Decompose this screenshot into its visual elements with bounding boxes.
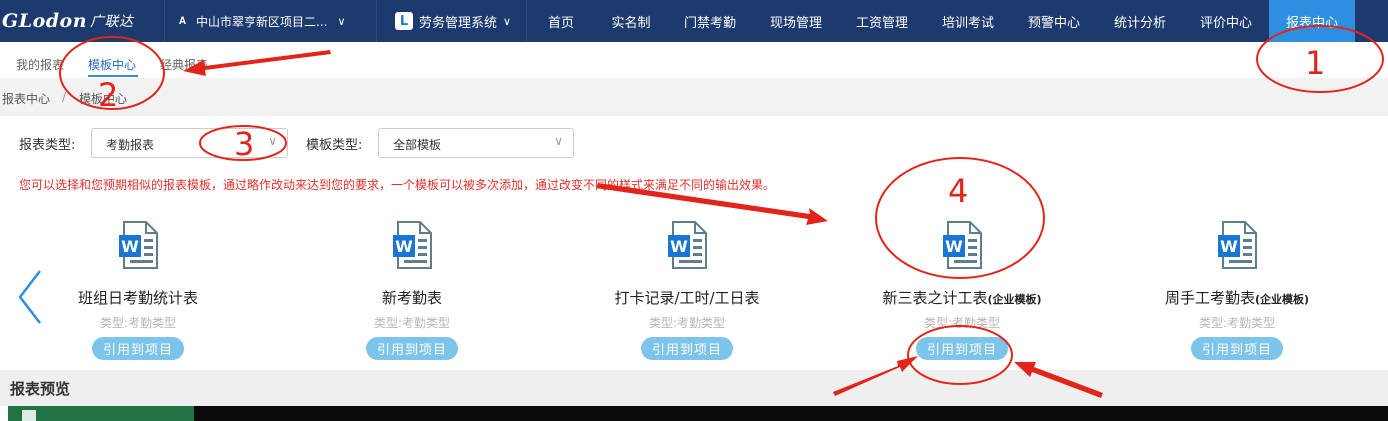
word-document-icon: W bbox=[119, 221, 158, 269]
nav-site-management[interactable]: 现场管理 bbox=[753, 0, 839, 42]
template-tag: (企业模板) bbox=[987, 293, 1042, 306]
apply-to-project-button[interactable]: 引用到项目 bbox=[641, 337, 733, 360]
template-title: 新三表之计工表(企业模板) bbox=[842, 287, 1082, 308]
report-preview-header: 报表预览 bbox=[0, 370, 1388, 406]
svg-text:W: W bbox=[395, 237, 413, 256]
brand-logo-text: GLodon bbox=[2, 10, 88, 32]
nav-real-name[interactable]: 实名制 bbox=[595, 0, 667, 42]
chevron-down-icon: ∨ bbox=[337, 14, 346, 28]
template-notice: 您可以选择和您预期相似的报表模板，通过略作改动来达到您的要求，一个模板可以被多次… bbox=[19, 178, 776, 192]
apply-to-project-button[interactable]: 引用到项目 bbox=[366, 337, 458, 360]
svg-text:W: W bbox=[1220, 237, 1238, 256]
nav-home[interactable]: 首页 bbox=[527, 0, 595, 42]
nav-statistics[interactable]: 统计分析 bbox=[1097, 0, 1183, 42]
template-type: 类型:考勤类型 bbox=[923, 316, 1001, 330]
brand-logo[interactable]: GLodon 广联达 bbox=[0, 0, 165, 42]
template-type: 类型:考勤类型 bbox=[1198, 316, 1276, 330]
apply-to-project-button[interactable]: 引用到项目 bbox=[1191, 337, 1283, 360]
report-preview-area bbox=[8, 406, 1388, 421]
template-card[interactable]: W 新三表之计工表(企业模板) 类型:考勤类型 引用到项目 bbox=[842, 221, 1082, 366]
template-type-value: 全部模板 bbox=[393, 138, 442, 152]
template-type: 类型:考勤类型 bbox=[99, 316, 177, 330]
svg-text:W: W bbox=[945, 237, 963, 256]
breadcrumb-separator: / bbox=[62, 90, 67, 104]
template-title-text: 新考勤表 bbox=[381, 289, 442, 307]
template-title-text: 新三表之计工表 bbox=[882, 289, 988, 307]
report-type-label: 报表类型: bbox=[19, 138, 76, 153]
nav-access-attendance[interactable]: 门禁考勤 bbox=[667, 0, 753, 42]
word-document-icon: W bbox=[1218, 221, 1257, 269]
svg-text:W: W bbox=[121, 237, 139, 256]
template-tag: (企业模板) bbox=[1254, 293, 1310, 306]
main-nav: 首页 实名制 门禁考勤 现场管理 工资管理 培训考试 预警中心 统计分析 评价中… bbox=[527, 0, 1355, 42]
template-title: 新考勤表 bbox=[292, 287, 532, 308]
brand-logo-cn: 广联达 bbox=[90, 14, 134, 30]
apply-to-project-button[interactable]: 引用到项目 bbox=[916, 337, 1008, 360]
template-type: 类型:考勤类型 bbox=[373, 316, 451, 330]
chevron-down-icon: ∨ bbox=[268, 134, 277, 148]
report-subtabs: 我的报表 模板中心 经典报表 bbox=[0, 42, 1388, 78]
excel-logo-icon bbox=[22, 410, 36, 421]
system-logo-icon: L bbox=[395, 12, 413, 30]
tab-template-center[interactable]: 模板中心 bbox=[88, 56, 136, 73]
word-document-icon: W bbox=[668, 221, 707, 269]
tab-my-reports[interactable]: 我的报表 bbox=[16, 56, 64, 73]
chevron-down-icon: ∨ bbox=[503, 14, 512, 28]
template-title-text: 打卡记录/工时/工日表 bbox=[614, 289, 760, 307]
nav-warning-center[interactable]: 预警中心 bbox=[1011, 0, 1097, 42]
template-panel: 报表类型: 考勤报表 ∨ 模板类型: 全部模板 ∨ 您可以选择和您预期相似的报表… bbox=[0, 116, 1388, 366]
nav-report-center[interactable]: 报表中心 bbox=[1269, 0, 1355, 42]
template-title: 打卡记录/工时/工日表 bbox=[567, 287, 807, 308]
annotation-number-2: 2 bbox=[98, 76, 119, 114]
template-type: 类型:考勤类型 bbox=[648, 316, 726, 330]
annotation-number-1: 1 bbox=[1305, 44, 1326, 82]
preview-excel-banner bbox=[8, 406, 194, 421]
chevron-down-icon: ∨ bbox=[554, 134, 563, 148]
nav-evaluation-center[interactable]: 评价中心 bbox=[1183, 0, 1269, 42]
system-name: 劳务管理系统 bbox=[419, 15, 498, 31]
nav-wage-management[interactable]: 工资管理 bbox=[839, 0, 925, 42]
system-selector[interactable]: L 劳务管理系统 ∨ bbox=[377, 0, 527, 42]
word-document-icon: W bbox=[943, 221, 982, 269]
svg-text:W: W bbox=[670, 237, 688, 256]
template-title: 班组日考勤统计表 bbox=[18, 287, 258, 308]
template-card[interactable]: W 打卡记录/工时/工日表 类型:考勤类型 引用到项目 bbox=[567, 221, 807, 366]
nav-training-exam[interactable]: 培训考试 bbox=[925, 0, 1011, 42]
project-name: 中山市翠亨新区项目二... bbox=[195, 14, 328, 29]
report-type-select[interactable]: 考勤报表 ∨ bbox=[91, 128, 288, 158]
project-tree-icon: 𝐀 bbox=[179, 15, 186, 27]
project-selector[interactable]: 𝐀 中山市翠亨新区项目二... ∨ bbox=[165, 0, 377, 42]
report-preview-title: 报表预览 bbox=[10, 380, 71, 398]
annotation-number-4: 4 bbox=[948, 172, 969, 210]
report-type-value: 考勤报表 bbox=[106, 138, 155, 152]
annotation-number-3: 3 bbox=[234, 125, 255, 163]
template-type-label: 模板类型: bbox=[306, 138, 363, 153]
tab-classic-reports[interactable]: 经典报表 bbox=[160, 56, 208, 73]
template-title-text: 周手工考勤表 bbox=[1164, 289, 1255, 307]
top-navbar: GLodon 广联达 𝐀 中山市翠亨新区项目二... ∨ L 劳务管理系统 ∨ … bbox=[0, 0, 1388, 42]
template-card[interactable]: W 新考勤表 类型:考勤类型 引用到项目 bbox=[292, 221, 532, 366]
breadcrumb-report-center[interactable]: 报表中心 bbox=[2, 90, 50, 107]
template-card[interactable]: W 班组日考勤统计表 类型:考勤类型 引用到项目 bbox=[18, 221, 258, 366]
breadcrumb: 报表中心 / 模板中心 bbox=[0, 78, 1388, 116]
apply-to-project-button[interactable]: 引用到项目 bbox=[92, 337, 184, 360]
template-title-text: 班组日考勤统计表 bbox=[77, 289, 198, 307]
word-document-icon: W bbox=[393, 221, 432, 269]
template-title: 周手工考勤表(企业模板) bbox=[1117, 287, 1357, 308]
template-card[interactable]: W 周手工考勤表(企业模板) 类型:考勤类型 引用到项目 bbox=[1117, 221, 1357, 366]
template-type-select[interactable]: 全部模板 ∨ bbox=[378, 128, 574, 158]
